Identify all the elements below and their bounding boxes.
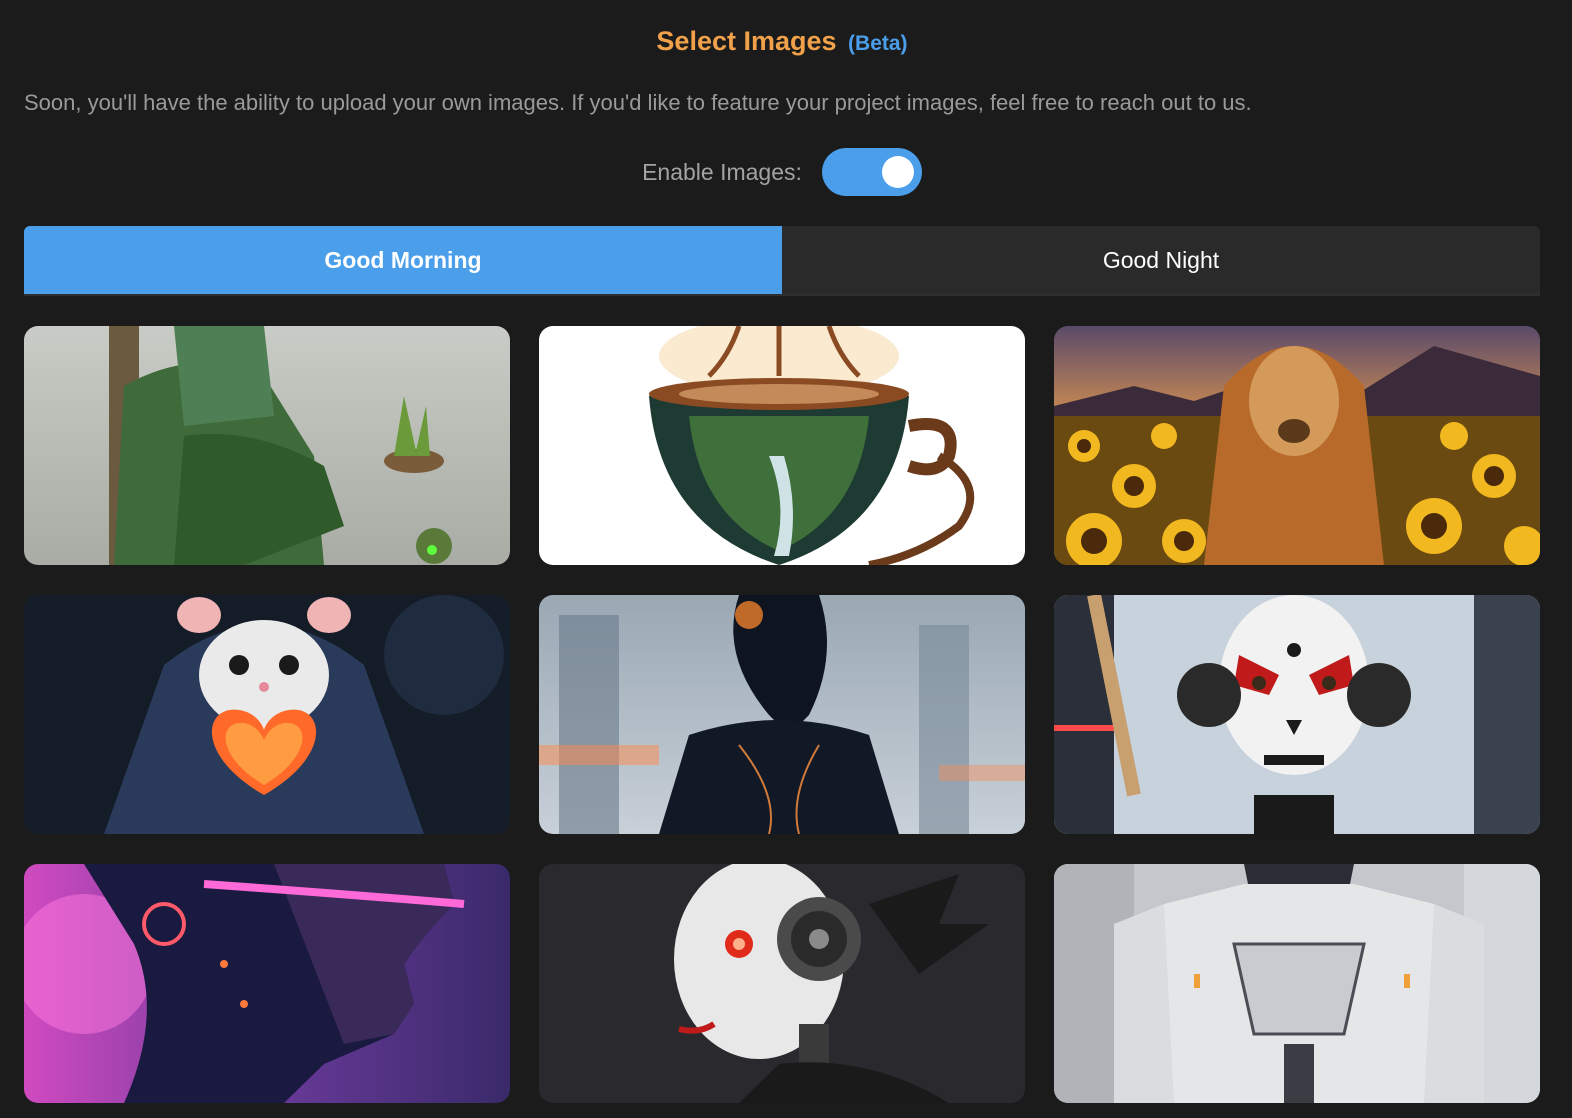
- beta-badge: (Beta): [848, 32, 908, 55]
- green-knight-image: [24, 326, 510, 565]
- image-card-red-eye-cyborg[interactable]: [539, 864, 1025, 1103]
- image-card-mouse-heart[interactable]: [24, 595, 510, 834]
- coffee-cup-image: [539, 326, 1025, 565]
- lion-sunflowers-image: [1054, 326, 1540, 565]
- image-card-green-knight[interactable]: [24, 326, 510, 565]
- image-card-coffee-cup[interactable]: [539, 326, 1025, 565]
- enable-images-toggle[interactable]: [821, 148, 922, 196]
- mouse-heart-image: [24, 595, 510, 834]
- image-card-neon-helmet[interactable]: [24, 864, 510, 1103]
- neon-helmet-image: [24, 864, 510, 1103]
- red-eye-cyborg-image: [539, 864, 1025, 1103]
- image-card-skull-mask[interactable]: [1054, 595, 1540, 834]
- tab-good-night[interactable]: Good Night: [782, 226, 1540, 294]
- image-card-white-robot[interactable]: [1054, 864, 1540, 1103]
- image-card-lion-sunflowers[interactable]: [1054, 326, 1540, 565]
- black-android-image: [539, 595, 1025, 834]
- skull-mask-image: [1054, 595, 1540, 834]
- image-grid: [24, 326, 1540, 1103]
- tab-good-morning[interactable]: Good Morning: [24, 226, 782, 294]
- page-title: Select Images (Beta): [0, 26, 1564, 57]
- image-card-black-android[interactable]: [539, 595, 1025, 834]
- enable-images-label: Enable Images:: [642, 158, 802, 185]
- tab-bar: Good Morning Good Night: [24, 226, 1540, 296]
- description-text: Soon, you'll have the ability to upload …: [24, 90, 1252, 115]
- title-text: Select Images: [656, 26, 837, 56]
- enable-images-row: Enable Images:: [0, 148, 1564, 196]
- toggle-knob: [881, 156, 914, 188]
- white-robot-image: [1054, 864, 1540, 1103]
